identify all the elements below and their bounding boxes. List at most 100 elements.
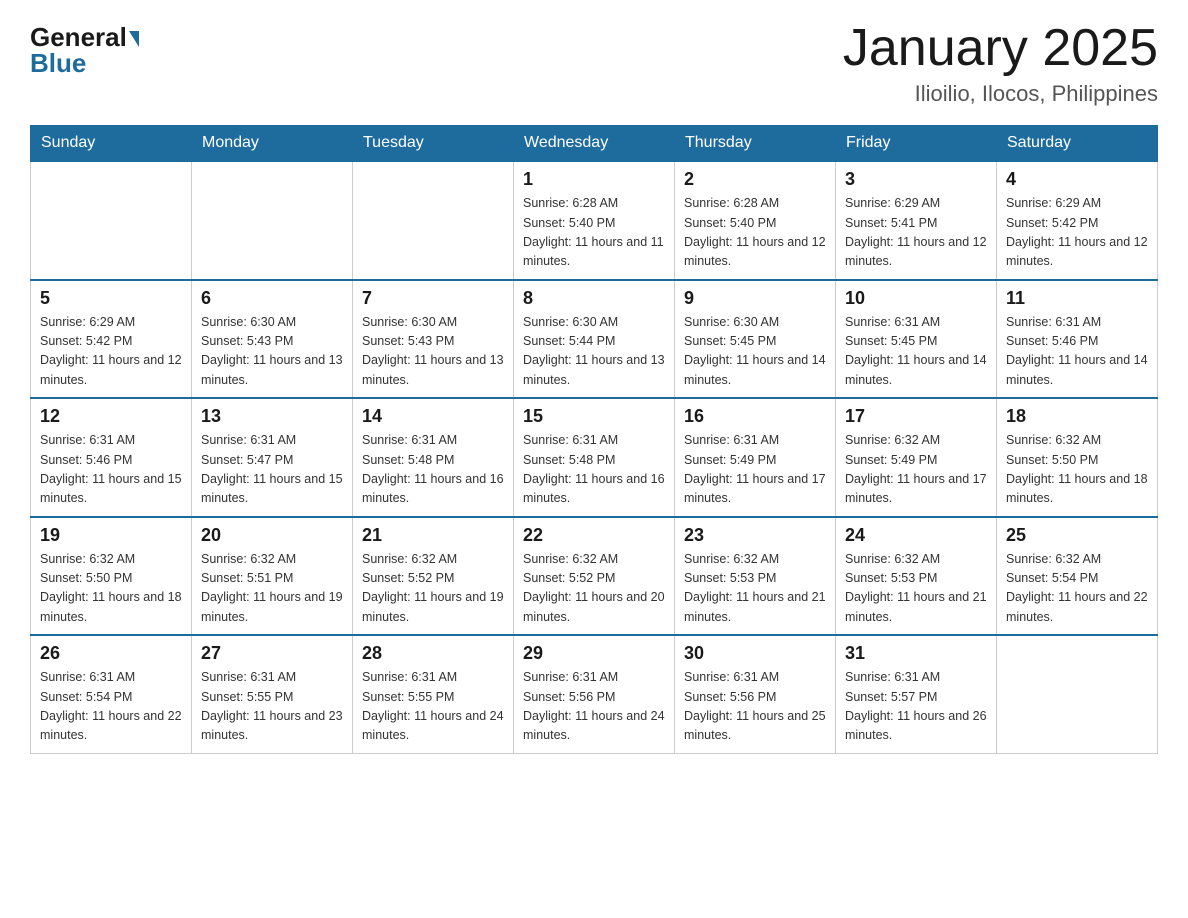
- day-info: Sunrise: 6:31 AMSunset: 5:57 PMDaylight:…: [845, 668, 987, 746]
- calendar-week-row: 12 Sunrise: 6:31 AMSunset: 5:46 PMDayligh…: [31, 398, 1158, 517]
- day-number: 3: [845, 169, 987, 190]
- day-info: Sunrise: 6:32 AMSunset: 5:53 PMDaylight:…: [845, 550, 987, 628]
- day-number: 9: [684, 288, 826, 309]
- table-row: 24 Sunrise: 6:32 AMSunset: 5:53 PMDayligh…: [836, 517, 997, 636]
- day-info: Sunrise: 6:30 AMSunset: 5:45 PMDaylight:…: [684, 313, 826, 391]
- table-row: 26 Sunrise: 6:31 AMSunset: 5:54 PMDayligh…: [31, 635, 192, 753]
- day-info: Sunrise: 6:31 AMSunset: 5:56 PMDaylight:…: [523, 668, 665, 746]
- table-row: 15Sunrise: 6:31 AMSunset: 5:48 PMDayligh…: [514, 398, 675, 517]
- table-row: [353, 161, 514, 280]
- col-sunday: Sunday: [31, 126, 192, 162]
- col-wednesday: Wednesday: [514, 126, 675, 162]
- day-number: 8: [523, 288, 665, 309]
- calendar-week-row: 5 Sunrise: 6:29 AMSunset: 5:42 PMDaylight…: [31, 280, 1158, 399]
- day-info: Sunrise: 6:32 AMSunset: 5:52 PMDaylight:…: [523, 550, 665, 628]
- day-info: Sunrise: 6:29 AMSunset: 5:42 PMDaylight:…: [40, 313, 182, 391]
- day-number: 21: [362, 525, 504, 546]
- table-row: 2Sunrise: 6:28 AMSunset: 5:40 PMDaylight…: [675, 161, 836, 280]
- day-info: Sunrise: 6:29 AMSunset: 5:41 PMDaylight:…: [845, 194, 987, 272]
- day-number: 7: [362, 288, 504, 309]
- day-info: Sunrise: 6:31 AMSunset: 5:54 PMDaylight:…: [40, 668, 182, 746]
- day-number: 19: [40, 525, 182, 546]
- day-number: 5: [40, 288, 182, 309]
- col-saturday: Saturday: [997, 126, 1158, 162]
- day-info: Sunrise: 6:31 AMSunset: 5:55 PMDaylight:…: [362, 668, 504, 746]
- day-number: 27: [201, 643, 343, 664]
- day-info: Sunrise: 6:32 AMSunset: 5:52 PMDaylight:…: [362, 550, 504, 628]
- location-subtitle: Ilioilio, Ilocos, Philippines: [843, 81, 1158, 107]
- table-row: 30 Sunrise: 6:31 AMSunset: 5:56 PMDayligh…: [675, 635, 836, 753]
- day-number: 29: [523, 643, 665, 664]
- table-row: 25 Sunrise: 6:32 AMSunset: 5:54 PMDayligh…: [997, 517, 1158, 636]
- day-number: 22: [523, 525, 665, 546]
- table-row: 8Sunrise: 6:30 AMSunset: 5:44 PMDaylight…: [514, 280, 675, 399]
- day-number: 30: [684, 643, 826, 664]
- col-tuesday: Tuesday: [353, 126, 514, 162]
- table-row: 1Sunrise: 6:28 AMSunset: 5:40 PMDaylight…: [514, 161, 675, 280]
- table-row: 5 Sunrise: 6:29 AMSunset: 5:42 PMDaylight…: [31, 280, 192, 399]
- day-number: 28: [362, 643, 504, 664]
- table-row: 7 Sunrise: 6:30 AMSunset: 5:43 PMDaylight…: [353, 280, 514, 399]
- day-number: 26: [40, 643, 182, 664]
- day-number: 14: [362, 406, 504, 427]
- calendar-header-row: Sunday Monday Tuesday Wednesday Thursday…: [31, 126, 1158, 162]
- day-info: Sunrise: 6:29 AMSunset: 5:42 PMDaylight:…: [1006, 194, 1148, 272]
- day-number: 12: [40, 406, 182, 427]
- day-info: Sunrise: 6:31 AMSunset: 5:46 PMDaylight:…: [1006, 313, 1148, 391]
- table-row: 10 Sunrise: 6:31 AMSunset: 5:45 PMDayligh…: [836, 280, 997, 399]
- month-title: January 2025: [843, 20, 1158, 77]
- day-info: Sunrise: 6:31 AMSunset: 5:56 PMDaylight:…: [684, 668, 826, 746]
- table-row: 4 Sunrise: 6:29 AMSunset: 5:42 PMDaylight…: [997, 161, 1158, 280]
- table-row: 12 Sunrise: 6:31 AMSunset: 5:46 PMDayligh…: [31, 398, 192, 517]
- day-info: Sunrise: 6:32 AMSunset: 5:54 PMDaylight:…: [1006, 550, 1148, 628]
- day-number: 4: [1006, 169, 1148, 190]
- day-number: 20: [201, 525, 343, 546]
- day-number: 25: [1006, 525, 1148, 546]
- table-row: 27 Sunrise: 6:31 AMSunset: 5:55 PMDayligh…: [192, 635, 353, 753]
- calendar-table: Sunday Monday Tuesday Wednesday Thursday…: [30, 125, 1158, 754]
- day-info: Sunrise: 6:31 AMSunset: 5:55 PMDaylight:…: [201, 668, 343, 746]
- table-row: 21 Sunrise: 6:32 AMSunset: 5:52 PMDayligh…: [353, 517, 514, 636]
- day-number: 1: [523, 169, 665, 190]
- day-info: Sunrise: 6:28 AMSunset: 5:40 PMDaylight:…: [684, 194, 826, 272]
- table-row: [997, 635, 1158, 753]
- logo: General Blue: [30, 20, 139, 79]
- day-info: Sunrise: 6:31 AMSunset: 5:46 PMDaylight:…: [40, 431, 182, 509]
- day-info: Sunrise: 6:31 AMSunset: 5:45 PMDaylight:…: [845, 313, 987, 391]
- table-row: 14 Sunrise: 6:31 AMSunset: 5:48 PMDayligh…: [353, 398, 514, 517]
- calendar-week-row: 1 Sunrise: 6:28 AMSunset: 5:40 PMDaylight…: [31, 161, 1158, 280]
- table-row: 17Sunrise: 6:32 AMSunset: 5:49 PMDayligh…: [836, 398, 997, 517]
- day-number: 18: [1006, 406, 1148, 427]
- day-number: 17: [845, 406, 987, 427]
- table-row: 6Sunrise: 6:30 AMSunset: 5:43 PMDaylight…: [192, 280, 353, 399]
- day-number: 16: [684, 406, 826, 427]
- logo-general-text: General: [30, 24, 127, 50]
- day-number: 11: [1006, 288, 1148, 309]
- day-info: Sunrise: 6:30 AMSunset: 5:43 PMDaylight:…: [201, 313, 343, 391]
- table-row: 9 Sunrise: 6:30 AMSunset: 5:45 PMDaylight…: [675, 280, 836, 399]
- day-number: 10: [845, 288, 987, 309]
- table-row: 29 Sunrise: 6:31 AMSunset: 5:56 PMDayligh…: [514, 635, 675, 753]
- calendar-week-row: 19 Sunrise: 6:32 AMSunset: 5:50 PMDayligh…: [31, 517, 1158, 636]
- day-info: Sunrise: 6:32 AMSunset: 5:50 PMDaylight:…: [40, 550, 182, 628]
- day-info: Sunrise: 6:30 AMSunset: 5:43 PMDaylight:…: [362, 313, 504, 391]
- title-area: January 2025 Ilioilio, Ilocos, Philippin…: [843, 20, 1158, 107]
- table-row: [31, 161, 192, 280]
- table-row: 19 Sunrise: 6:32 AMSunset: 5:50 PMDayligh…: [31, 517, 192, 636]
- day-info: Sunrise: 6:32 AMSunset: 5:50 PMDaylight:…: [1006, 431, 1148, 509]
- col-thursday: Thursday: [675, 126, 836, 162]
- logo-triangle-icon: [129, 31, 139, 47]
- page-header: General Blue January 2025 Ilioilio, Iloc…: [30, 20, 1158, 107]
- day-number: 23: [684, 525, 826, 546]
- day-info: Sunrise: 6:32 AMSunset: 5:51 PMDaylight:…: [201, 550, 343, 628]
- table-row: 31Sunrise: 6:31 AMSunset: 5:57 PMDayligh…: [836, 635, 997, 753]
- day-number: 15: [523, 406, 665, 427]
- day-number: 24: [845, 525, 987, 546]
- day-info: Sunrise: 6:31 AMSunset: 5:48 PMDaylight:…: [362, 431, 504, 509]
- calendar-week-row: 26 Sunrise: 6:31 AMSunset: 5:54 PMDayligh…: [31, 635, 1158, 753]
- day-info: Sunrise: 6:31 AMSunset: 5:49 PMDaylight:…: [684, 431, 826, 509]
- table-row: 11 Sunrise: 6:31 AMSunset: 5:46 PMDayligh…: [997, 280, 1158, 399]
- table-row: [192, 161, 353, 280]
- col-friday: Friday: [836, 126, 997, 162]
- table-row: 22 Sunrise: 6:32 AMSunset: 5:52 PMDayligh…: [514, 517, 675, 636]
